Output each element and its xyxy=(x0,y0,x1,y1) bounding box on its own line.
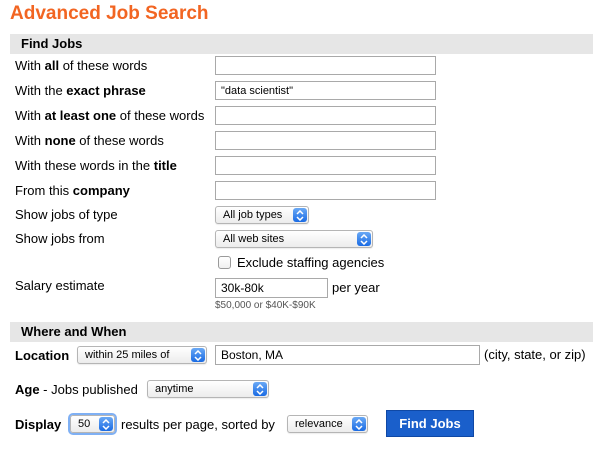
chevron-updown-icon xyxy=(99,417,113,431)
label-display: Display xyxy=(15,417,62,432)
job-type-selected: All job types xyxy=(223,209,283,221)
exclude-staffing-label: Exclude staffing agencies xyxy=(237,255,385,270)
label-title-words: With these words in the title xyxy=(15,158,177,173)
company-input[interactable] xyxy=(215,181,436,200)
exclude-staffing-checkbox[interactable] xyxy=(218,256,231,269)
job-type-select[interactable]: All job types xyxy=(215,206,309,224)
label-none-words: With none of these words xyxy=(15,133,164,148)
label-age: Age - Jobs published xyxy=(15,382,138,397)
jobs-from-selected: All web sites xyxy=(223,233,285,245)
salary-hint: $50,000 or $40K-$90K xyxy=(215,300,316,311)
label-at-least-one: With at least one of these words xyxy=(15,108,205,123)
location-input[interactable] xyxy=(215,345,480,365)
page-title: Advanced Job Search xyxy=(10,3,209,24)
none-words-input[interactable] xyxy=(215,131,436,150)
display-mid-text: results per page, sorted by xyxy=(121,417,275,432)
section-header-find-jobs: Find Jobs xyxy=(10,34,593,54)
label-salary: Salary estimate xyxy=(15,278,105,293)
chevron-updown-icon xyxy=(253,382,267,396)
chevron-updown-icon xyxy=(293,208,307,222)
age-selected: anytime xyxy=(155,383,194,395)
label-company: From this company xyxy=(15,183,130,198)
jobs-from-select[interactable]: All web sites xyxy=(215,230,373,248)
chevron-updown-icon xyxy=(191,348,205,362)
all-words-input[interactable] xyxy=(215,56,436,75)
sort-select[interactable]: relevance xyxy=(287,415,368,433)
radius-selected: within 25 miles of xyxy=(85,349,170,361)
label-job-type: Show jobs of type xyxy=(15,207,118,222)
title-words-input[interactable] xyxy=(215,156,436,175)
chevron-updown-icon xyxy=(357,232,371,246)
per-page-selected: 50 xyxy=(78,418,91,430)
location-hint: (city, state, or zip) xyxy=(484,347,586,362)
label-exact-phrase: With the exact phrase xyxy=(15,83,146,98)
label-jobs-from: Show jobs from xyxy=(15,231,105,246)
per-page-select[interactable]: 50 xyxy=(70,415,115,433)
exact-phrase-input[interactable] xyxy=(215,81,436,100)
chevron-updown-icon xyxy=(352,417,366,431)
salary-input[interactable] xyxy=(215,278,328,298)
label-all-words: With all of these words xyxy=(15,58,148,73)
age-select[interactable]: anytime xyxy=(147,380,269,398)
salary-suffix: per year xyxy=(332,280,380,295)
label-location: Location xyxy=(15,348,70,363)
sort-selected: relevance xyxy=(295,418,343,430)
radius-select[interactable]: within 25 miles of xyxy=(77,346,207,364)
find-jobs-button[interactable]: Find Jobs xyxy=(386,410,474,437)
section-header-where-when: Where and When xyxy=(10,322,593,342)
at-least-one-input[interactable] xyxy=(215,106,436,125)
